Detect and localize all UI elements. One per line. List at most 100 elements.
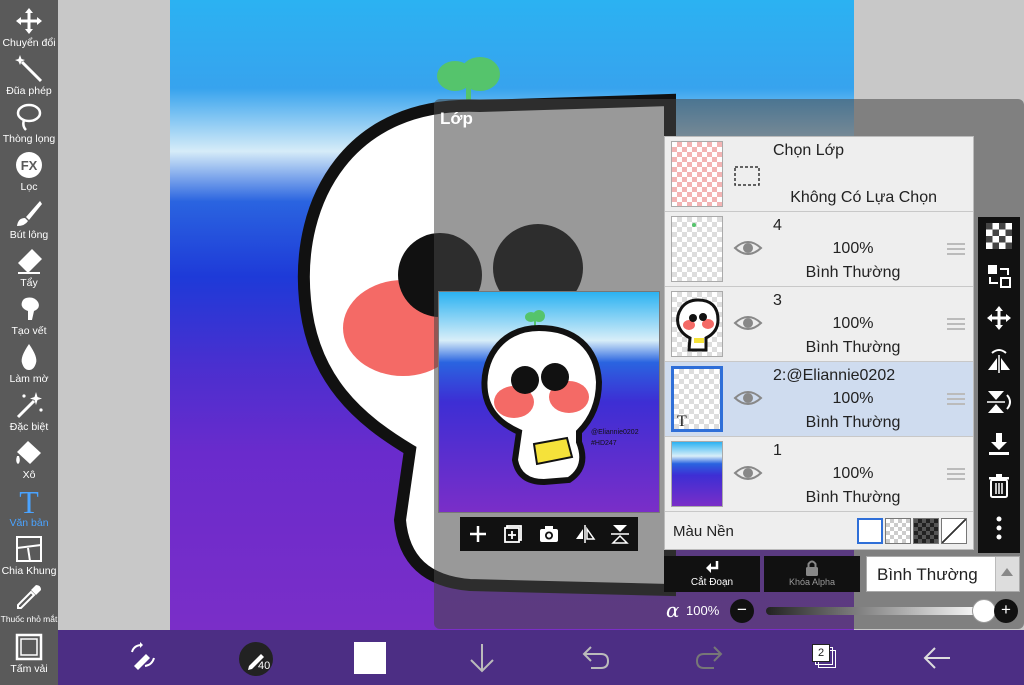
bg-checker-light-swatch[interactable] <box>885 518 911 544</box>
layer-thumb <box>671 216 723 282</box>
tool-eraser[interactable]: Tẩy <box>0 240 58 289</box>
tool-magic-wand[interactable]: Đũa phép <box>0 48 58 97</box>
clipping-label: Cắt Đoạn <box>690 577 734 588</box>
layer-thumb <box>671 441 723 507</box>
layer-blend-mode: Bình Thường <box>805 339 901 356</box>
layer-blend-mode: Bình Thường <box>805 264 901 281</box>
dropdown-arrow-icon[interactable] <box>995 557 1019 591</box>
layer-opacity: 100% <box>832 390 874 407</box>
undo-icon[interactable] <box>581 644 611 672</box>
opacity-slider-knob[interactable] <box>972 599 996 623</box>
drag-handle-icon[interactable] <box>947 242 965 256</box>
alpha-lock-button[interactable]: Khóa Alpha <box>764 556 860 592</box>
tool-filter[interactable]: FX Lọc <box>0 144 58 193</box>
selection-thumb <box>671 141 723 207</box>
tool-eyedropper[interactable]: Thuốc nhỏ mắt <box>0 576 58 624</box>
preview-drawing <box>481 310 603 486</box>
layer-panel: Lớp @Eliannie0202 #HD247 Chọn Lớp Không … <box>434 99 1024 629</box>
watermark-handle: @Eliannie0202 <box>591 429 639 436</box>
back-arrow-icon[interactable] <box>922 644 952 672</box>
opacity-increase-button[interactable]: + <box>994 599 1018 623</box>
quick-swap-tool-icon[interactable] <box>128 642 158 672</box>
flip-vertical-icon[interactable] <box>609 523 631 545</box>
blend-mode-value: Bình Thường <box>877 565 978 584</box>
layer-side-tools <box>978 217 1020 553</box>
flip-layer-horizontal-icon[interactable] <box>986 347 1012 373</box>
bucket-icon <box>16 441 41 464</box>
bg-checker-dark-swatch[interactable] <box>913 518 939 544</box>
down-arrow-icon[interactable] <box>468 642 496 674</box>
alpha-symbol: α <box>666 598 680 622</box>
tool-blur[interactable]: Làm mờ <box>0 336 58 385</box>
text-icon: T <box>19 486 39 516</box>
transparency-checker-icon[interactable] <box>986 223 1012 249</box>
opacity-value: 100% <box>686 603 720 618</box>
flip-horizontal-icon[interactable] <box>574 523 596 545</box>
drag-handle-icon[interactable] <box>947 392 965 406</box>
brush-size-button[interactable]: 40 <box>239 642 273 676</box>
selection-status: Không Có Lựa Chọn <box>790 189 937 206</box>
delete-layer-icon[interactable] <box>986 473 1012 499</box>
opacity-decrease-button[interactable]: − <box>730 599 754 623</box>
layer-name: 3 <box>773 292 782 309</box>
add-layer-icon[interactable] <box>467 523 489 545</box>
watermark-tag: #HD247 <box>591 440 617 447</box>
opacity-slider[interactable] <box>766 607 984 615</box>
layer-thumb: T <box>671 366 723 432</box>
ibispaint-app: Chuyển đổi Đũa phép Thòng lọng FX Lọc Bú… <box>0 0 1024 685</box>
move-layer-icon[interactable] <box>986 305 1012 331</box>
tool-frame-divider[interactable]: Chia Khung <box>0 528 58 577</box>
drag-handle-icon[interactable] <box>947 467 965 481</box>
tool-special[interactable]: Đặc biệt <box>0 384 58 433</box>
tool-lasso[interactable]: Thòng lọng <box>0 96 58 145</box>
tool-smudge[interactable]: Tạo vết <box>0 288 58 337</box>
layer-opacity: 100% <box>832 315 874 332</box>
fx-filter-icon: FX <box>16 152 42 178</box>
layer-name: 2:@Eliannie0202 <box>773 367 896 384</box>
tool-canvas[interactable]: Tấm vải <box>0 626 58 675</box>
blur-drop-icon <box>21 344 37 370</box>
layer-opacity: 100% <box>832 240 874 257</box>
layer-row[interactable]: 1 100% Bình Thường <box>665 437 973 512</box>
tool-text[interactable]: T Văn bản <box>0 480 58 529</box>
layer-convert-icon[interactable] <box>986 263 1012 289</box>
selection-marquee-icon <box>734 166 760 186</box>
clipping-arrow-icon <box>706 561 719 573</box>
layer-panel-title: Lớp <box>440 109 473 128</box>
clipping-button[interactable]: Cắt Đoạn <box>664 556 760 592</box>
text-glyph: T <box>19 486 39 516</box>
layer-row-selected[interactable]: T 2:@Eliannie0202 100% Bình Thường <box>665 362 973 437</box>
selection-layer-row[interactable]: Chọn Lớp Không Có Lựa Chọn <box>665 137 973 212</box>
layer-opacity: 100% <box>832 465 874 482</box>
bg-none-swatch[interactable] <box>941 518 967 544</box>
merge-down-icon[interactable] <box>986 431 1012 457</box>
layer-list: Chọn Lớp Không Có Lựa Chọn 4 100% Bình T… <box>664 136 974 550</box>
blend-mode-select[interactable]: Bình Thường <box>866 556 1020 592</box>
tool-brush[interactable]: Bút lông <box>0 192 58 241</box>
layer-row[interactable]: 4 100% Bình Thường <box>665 212 973 287</box>
camera-icon[interactable] <box>538 523 560 545</box>
brush-size-value: 40 <box>258 660 271 672</box>
color-picker-swatch[interactable] <box>354 642 386 674</box>
layer-row[interactable]: 3 100% Bình Thường <box>665 287 973 362</box>
redo-icon[interactable] <box>694 644 724 672</box>
drag-handle-icon[interactable] <box>947 317 965 331</box>
bottom-toolbar: 40 2 <box>58 630 1024 685</box>
flip-layer-vertical-icon[interactable] <box>986 389 1012 415</box>
frame-divider-icon <box>16 536 42 562</box>
tool-move[interactable]: Chuyển đổi <box>0 0 58 49</box>
bg-white-swatch[interactable] <box>857 518 883 544</box>
more-options-icon[interactable] <box>986 515 1012 541</box>
special-sparkle-icon <box>16 392 43 419</box>
brush-icon <box>17 201 42 226</box>
opacity-row: α 100% − + <box>664 596 1020 626</box>
tool-label: Tấm vải <box>10 663 48 675</box>
alpha-lock-label: Khóa Alpha <box>788 577 836 587</box>
canvas-preview[interactable]: @Eliannie0202 #HD247 <box>438 291 660 513</box>
tool-sidebar: Chuyển đổi Đũa phép Thòng lọng FX Lọc Bú… <box>0 0 58 685</box>
duplicate-layer-icon[interactable] <box>502 523 524 545</box>
layers-button[interactable]: 2 <box>812 644 836 668</box>
smudge-icon <box>21 297 39 320</box>
tool-bucket[interactable]: Xô <box>0 432 58 481</box>
eraser-icon <box>18 249 42 274</box>
